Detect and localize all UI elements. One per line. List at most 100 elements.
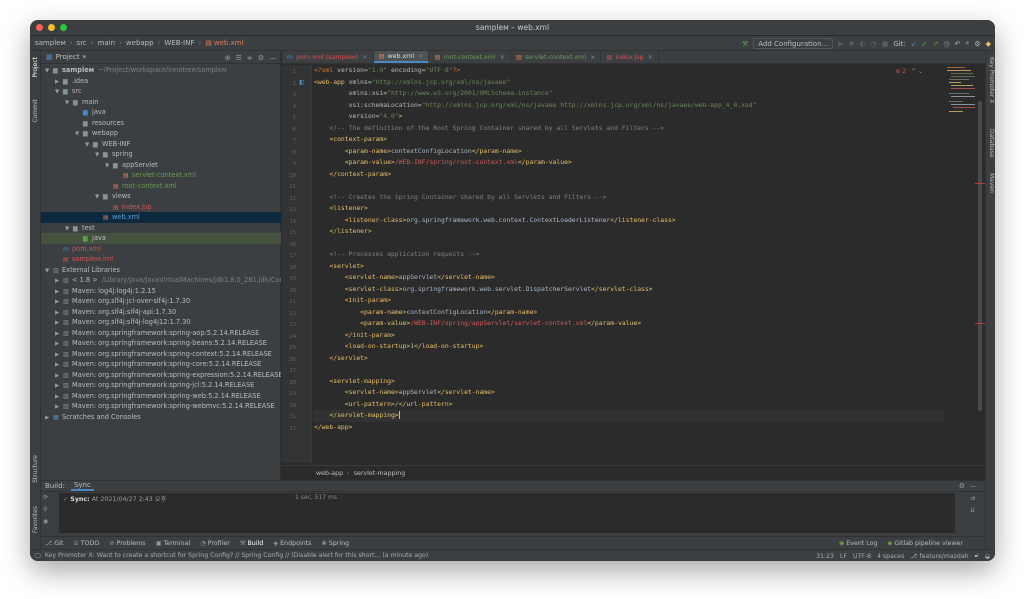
project-panel-title[interactable]: Project: [56, 53, 80, 61]
code-line[interactable]: <servlet>: [314, 261, 944, 273]
coverage-icon[interactable]: ◐: [859, 40, 865, 48]
chevron-down-icon[interactable]: ▼: [105, 161, 113, 171]
tree-item[interactable]: ▤ index.jsp: [41, 202, 281, 213]
key-promoter-tool-button[interactable]: Key Promoter X: [988, 57, 995, 103]
code-line[interactable]: <init-param>: [314, 295, 944, 307]
code-line[interactable]: <listener>: [314, 203, 944, 215]
bottom-right-tab[interactable]: ◆ Gitlab pipeline viewer: [888, 540, 964, 547]
tree-item[interactable]: ▼ ▆ views: [41, 191, 281, 202]
code-line[interactable]: version="4.0">: [314, 111, 944, 123]
expand-all-icon[interactable]: ☰: [236, 54, 242, 62]
close-icon[interactable]: ×: [418, 53, 423, 60]
tree-item[interactable]: ▼ ▆ src: [41, 86, 281, 97]
code-line[interactable]: <param-name>contextConfigLocation</param…: [314, 146, 944, 158]
code-line[interactable]: <?xml version="1.0" encoding="UTF-8"?>: [314, 65, 944, 77]
code-line[interactable]: <param-name>contextConfigLocation</param…: [314, 307, 944, 319]
bottom-tab-endpoints[interactable]: ◈ Endpoints: [273, 540, 311, 547]
code-line[interactable]: <context-param>: [314, 134, 944, 146]
web-app-gutter-icon[interactable]: ◧: [299, 79, 305, 86]
eye-icon[interactable]: ◉: [43, 518, 55, 525]
editor-tab[interactable]: ▤ index.jsp ×: [601, 51, 659, 63]
chevron-right-icon[interactable]: ▶: [55, 276, 63, 286]
breadcrumb-item[interactable]: main: [98, 39, 116, 47]
tree-item[interactable]: ▤ root-context.xml: [41, 181, 281, 192]
chevron-right-icon[interactable]: ▶: [55, 392, 63, 402]
add-configuration-button[interactable]: Add Configuration...: [753, 38, 834, 49]
build-sync-tab[interactable]: Sync: [70, 481, 94, 491]
editor-scrollbar[interactable]: [975, 65, 985, 463]
code-line[interactable]: <param-value>/WEB-INF/spring/root-contex…: [314, 157, 944, 169]
chevron-down-icon[interactable]: ▼: [65, 224, 73, 234]
code-minimap[interactable]: [947, 65, 979, 115]
chevron-right-icon[interactable]: ▶: [55, 318, 63, 328]
tree-item[interactable]: ▶ ▥ Maven: org.springframework:spring-expr…: [41, 370, 281, 381]
tree-item[interactable]: ▼ ▆ sampleм ~/Project/workspace/innotree/sa…: [41, 65, 281, 76]
code-line[interactable]: [314, 180, 944, 192]
tree-item[interactable]: ▶ ▥ Maven: org.springframework:spring-webm…: [41, 401, 281, 412]
debug-icon[interactable]: ✹: [849, 40, 855, 48]
tree-item[interactable]: ▤ servlet-context.xml: [41, 170, 281, 181]
chevron-down-icon[interactable]: ▼: [95, 150, 103, 160]
git-branch[interactable]: feature/mazdah: [919, 553, 968, 560]
scrollbar-thumb[interactable]: [978, 101, 982, 411]
indent-setting[interactable]: 4 spaces: [877, 553, 904, 560]
code-line[interactable]: [314, 364, 944, 376]
bottom-tab-todo[interactable]: ≡ TODO: [73, 540, 99, 547]
inspection-widget[interactable]: ⊘ 2 ⌃ ⌄: [895, 68, 923, 75]
code-line[interactable]: <!-- Processes application requests -->: [314, 249, 944, 261]
code-line[interactable]: xsi:schemaLocation="http://xmlns.jcp.org…: [314, 100, 944, 112]
git-update-icon[interactable]: ↙: [911, 40, 917, 48]
memory-indicator-icon[interactable]: ◒: [985, 553, 990, 560]
close-icon[interactable]: ×: [500, 54, 505, 61]
tree-item[interactable]: ▶ ▥ Maven: org.slf4j:slf4j-api:1.7.30: [41, 307, 281, 318]
breadcrumb-item[interactable]: web.xml: [214, 39, 244, 47]
tree-item[interactable]: ▶ ▥ Maven: org.springframework:spring-cont…: [41, 349, 281, 360]
settings-gear-icon[interactable]: ⚙: [959, 482, 965, 490]
tree-item[interactable]: ▆ java: [41, 233, 281, 244]
tree-item[interactable]: ▶ ▥ < 1.8 >/Library/Java/JavaVirtualMachin…: [41, 275, 281, 286]
chevron-right-icon[interactable]: ▶: [55, 308, 63, 318]
tree-item[interactable]: ▶ ▥ Maven: org.slf4j:jcl-over-slf4j:1.7.30: [41, 296, 281, 307]
chevron-down-icon[interactable]: ▼: [45, 266, 53, 276]
code-line[interactable]: </listener>: [314, 226, 944, 238]
code-line[interactable]: </web-app>: [314, 422, 944, 434]
database-tool-button[interactable]: Database: [988, 129, 995, 158]
code-line[interactable]: <load-on-startup>1</load-on-startup>: [314, 341, 944, 353]
bottom-tab-profiler[interactable]: ◔ Profiler: [200, 540, 230, 547]
commit-tool-button[interactable]: Commit: [32, 99, 39, 123]
tree-item[interactable]: ▼ ▥ External Libraries: [41, 265, 281, 276]
chevron-down-icon[interactable]: ▼: [65, 98, 73, 108]
code-line[interactable]: <param-value>/WEB-INF/spring/appServlet/…: [314, 318, 944, 330]
editor-tab[interactable]: ▤ web.xml ×: [373, 51, 430, 63]
chevron-right-icon[interactable]: ▶: [55, 329, 63, 339]
chevron-right-icon[interactable]: ▶: [45, 413, 53, 423]
tree-item[interactable]: ▶ ▥ Maven: org.slf4j:slf4j-log4j12:1.7.30: [41, 317, 281, 328]
chevron-right-icon[interactable]: ▶: [55, 360, 63, 370]
locate-icon[interactable]: ⊕: [225, 54, 231, 62]
editor-crumb-servlet-mapping[interactable]: servlet-mapping: [354, 470, 406, 477]
bottom-tab-build[interactable]: ⚒ Build: [240, 540, 263, 547]
project-tool-button[interactable]: Project: [32, 57, 39, 78]
bottom-right-tab[interactable]: ◉ Event Log: [839, 540, 878, 547]
chevron-down-icon[interactable]: ▼: [95, 192, 103, 202]
bottom-tab-spring[interactable]: ❀ Spring: [321, 540, 349, 547]
collapse-all-icon[interactable]: ≑: [247, 54, 253, 62]
pin-icon[interactable]: ⚲: [43, 506, 55, 513]
code-line[interactable]: <url-pattern>/</url-pattern>: [314, 399, 944, 411]
maven-tool-button[interactable]: Maven: [988, 173, 995, 193]
code-line[interactable]: </servlet-mapping>: [314, 410, 944, 422]
code-editor[interactable]: <?xml version="1.0" encoding="UTF-8"?> <w…: [314, 65, 944, 463]
code-line[interactable]: <listener-class>org.springframework.web.…: [314, 215, 944, 227]
tree-item[interactable]: ▆ resources: [41, 118, 281, 129]
tree-item[interactable]: m pom.xml: [41, 244, 281, 255]
code-line[interactable]: [314, 238, 944, 250]
plugin-icon[interactable]: ◆: [986, 40, 991, 48]
editor-tab[interactable]: m pom.xml (sampleм) ×: [282, 51, 374, 63]
tree-item[interactable]: ▶ ▦ Scratches and Consoles: [41, 412, 281, 423]
caret-position[interactable]: 31:23: [816, 553, 834, 560]
bottom-tab-terminal[interactable]: ▣ Terminal: [156, 540, 191, 547]
hide-icon[interactable]: —: [269, 54, 276, 62]
code-line[interactable]: xmlns:xsi="http://www.w3.org/2001/XMLSch…: [314, 88, 944, 100]
chevron-right-icon[interactable]: ▶: [55, 381, 63, 391]
favorites-tool-button[interactable]: Favorites: [32, 506, 39, 533]
